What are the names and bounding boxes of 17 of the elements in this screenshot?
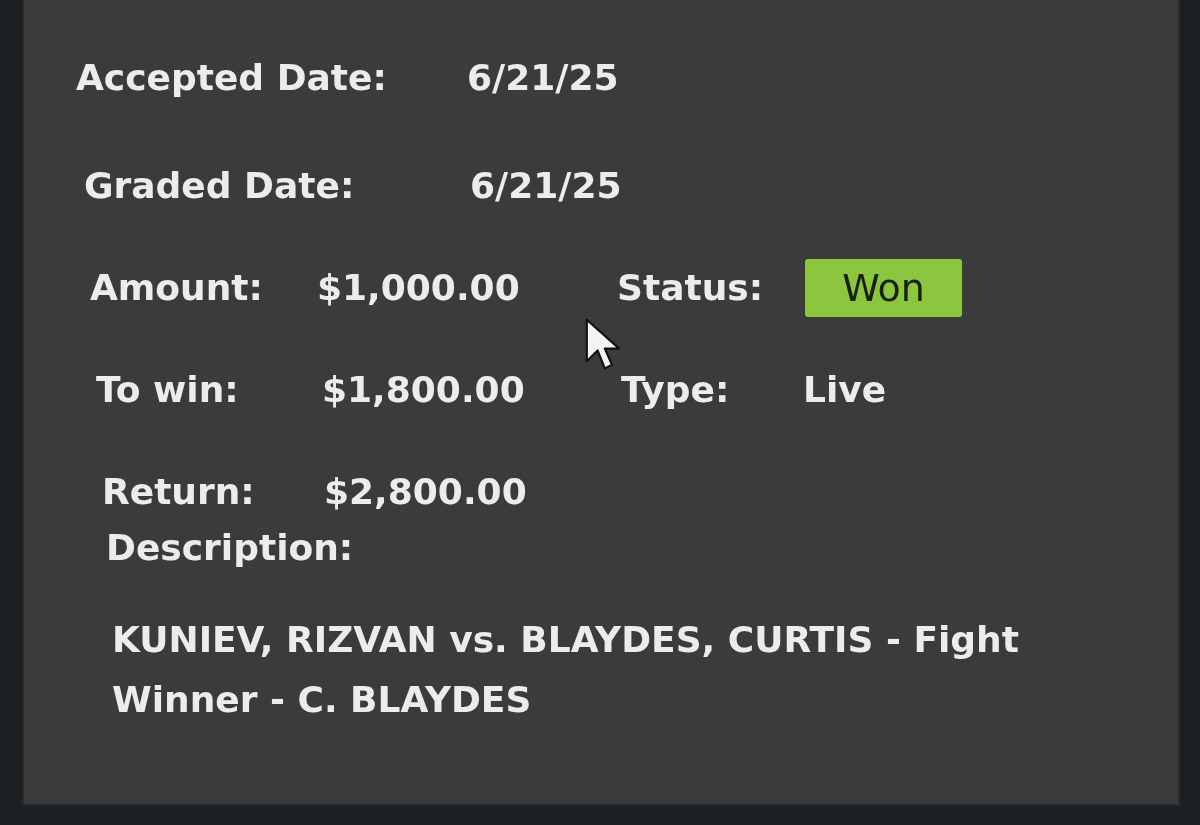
field-value: $1,000.00 xyxy=(317,266,521,310)
field-value: $2,800.00 xyxy=(324,470,528,514)
status-badge: Won xyxy=(805,259,962,317)
field-label: To win: xyxy=(96,368,240,412)
description-text: KUNIEV, RIZVAN vs. BLAYDES, CURTIS - Fight Winner - C. BLAYDES xyxy=(112,618,1020,722)
field-label: Description: xyxy=(106,526,354,570)
field-value: 6/21/25 xyxy=(467,56,619,100)
field-label: Accepted Date: xyxy=(76,56,388,100)
field-value: $1,800.00 xyxy=(322,368,526,412)
field-label: Amount: xyxy=(90,266,264,310)
field-label: Graded Date: xyxy=(84,164,356,208)
field-label: Type: xyxy=(621,368,731,412)
field-label: Status: xyxy=(617,266,765,310)
field-value: Live xyxy=(803,368,887,412)
field-label: Return: xyxy=(102,470,256,514)
field-value: 6/21/25 xyxy=(470,164,622,208)
mouse-pointer-icon xyxy=(585,318,621,372)
